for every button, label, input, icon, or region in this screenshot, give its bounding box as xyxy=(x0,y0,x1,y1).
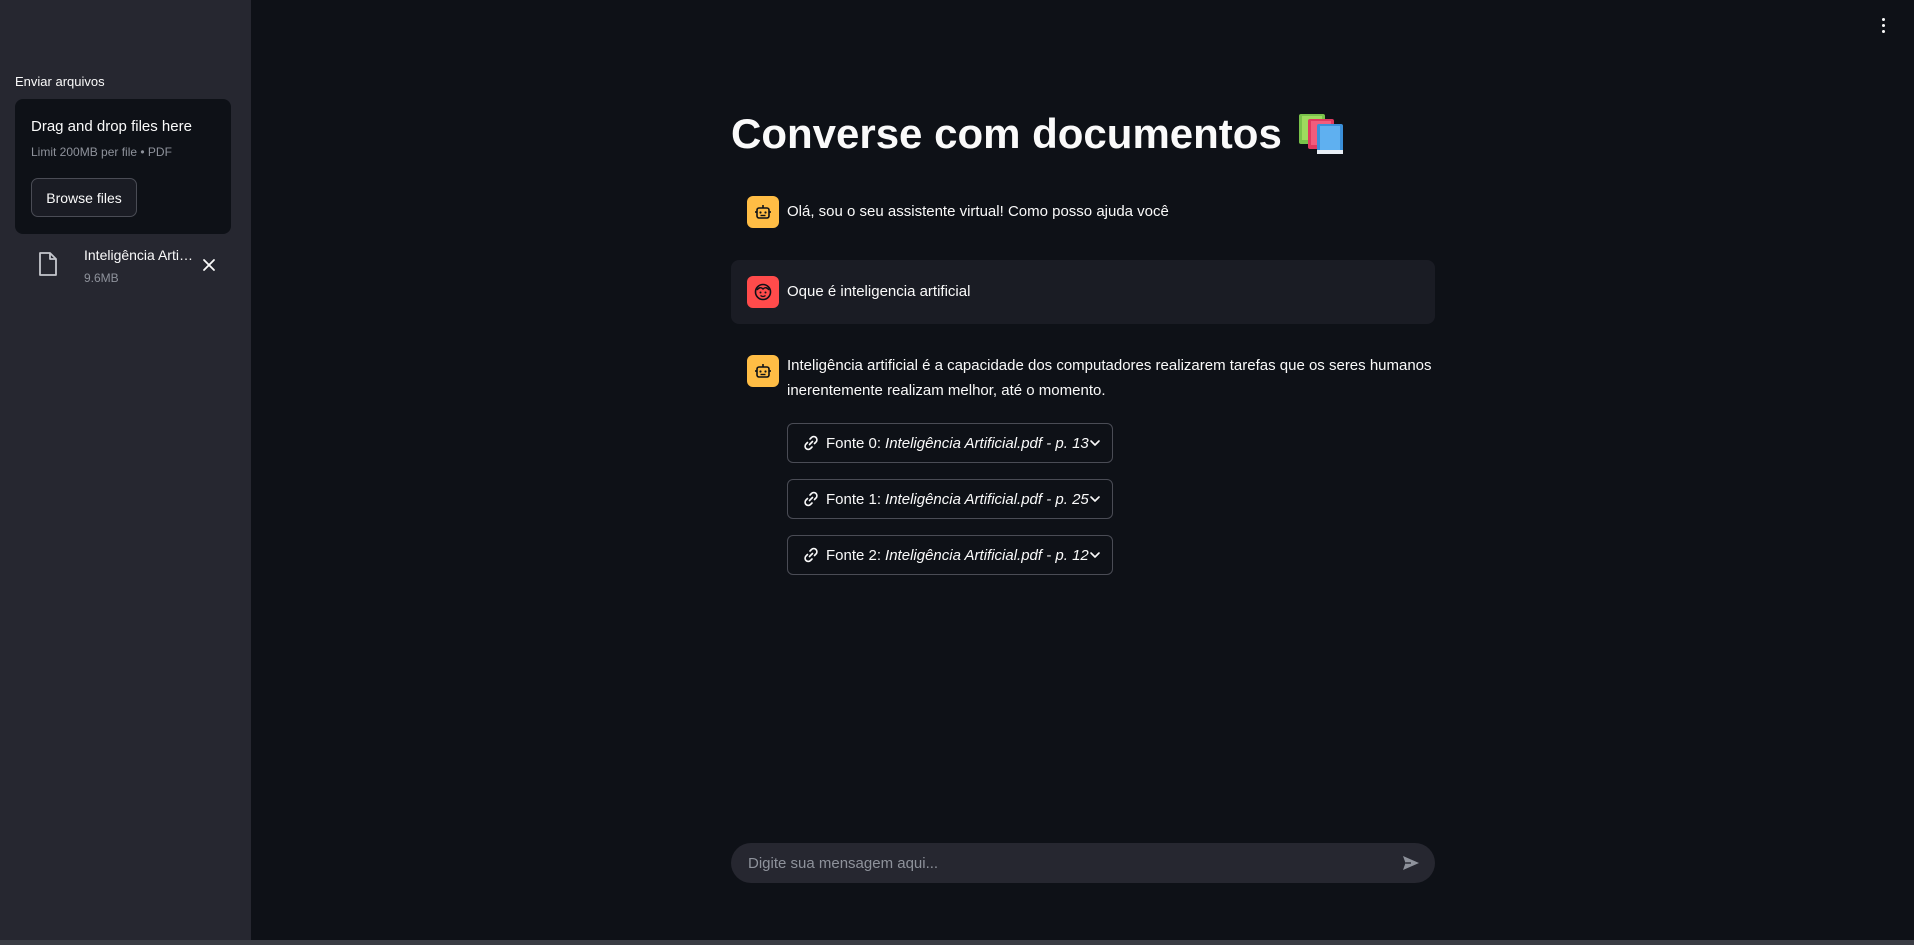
dropzone-limit: Limit 200MB per file • PDF xyxy=(31,145,172,159)
remove-file-icon[interactable] xyxy=(196,252,222,278)
source-expander-0[interactable]: Fonte 0: Inteligência Artificial.pdf - p… xyxy=(787,423,1113,463)
source-detail: Inteligência Artificial.pdf - p. 13 xyxy=(885,434,1089,452)
chat-message-assistant: Inteligência artificial é a capacidade d… xyxy=(731,352,1435,578)
chevron-down-icon xyxy=(1090,552,1100,558)
chevron-down-icon xyxy=(1090,440,1100,446)
source-label: Fonte 0: xyxy=(826,434,882,452)
source-label: Fonte 1: xyxy=(826,490,882,508)
browse-files-button[interactable]: Browse files xyxy=(31,178,137,217)
link-icon xyxy=(804,491,818,507)
chat-message-assistant: Olá, sou o seu assistente virtual! Como … xyxy=(731,193,1435,233)
source-expander-1[interactable]: Fonte 1: Inteligência Artificial.pdf - p… xyxy=(787,479,1113,519)
upload-label: Enviar arquivos xyxy=(15,74,105,89)
books-icon xyxy=(1298,112,1346,156)
link-icon xyxy=(804,547,818,563)
bottom-bar xyxy=(0,940,1914,945)
message-text: Oque é inteligencia artificial xyxy=(787,283,971,300)
message-text: Olá, sou o seu assistente virtual! Como … xyxy=(787,203,1169,220)
sidebar: Enviar arquivos Drag and drop files here… xyxy=(0,0,251,940)
send-icon[interactable] xyxy=(1401,853,1421,873)
source-detail: Inteligência Artificial.pdf - p. 12 xyxy=(885,546,1089,564)
link-icon xyxy=(804,435,818,451)
file-dropzone[interactable]: Drag and drop files here Limit 200MB per… xyxy=(15,99,231,234)
chat-input-bar xyxy=(731,843,1435,883)
chevron-down-icon xyxy=(1090,496,1100,502)
user-face-icon xyxy=(747,276,779,308)
page-title-text: Converse com documentos xyxy=(731,110,1282,157)
page-title: Converse com documentos xyxy=(731,110,1346,158)
message-text: Inteligência artificial é a capacidade d… xyxy=(787,357,1432,399)
main-menu-icon[interactable] xyxy=(1874,14,1892,36)
chat-input[interactable] xyxy=(748,843,1348,883)
uploaded-file-item: Inteligência Artificial.pdf 9.6MB xyxy=(36,246,226,288)
bot-icon xyxy=(747,355,779,387)
source-expander-2[interactable]: Fonte 2: Inteligência Artificial.pdf - p… xyxy=(787,535,1113,575)
bot-icon xyxy=(747,196,779,228)
source-detail: Inteligência Artificial.pdf - p. 25 xyxy=(885,490,1089,508)
source-label: Fonte 2: xyxy=(826,546,882,564)
dropzone-title: Drag and drop files here xyxy=(31,118,192,135)
chat-message-user: Oque é inteligencia artificial xyxy=(731,260,1435,324)
uploaded-file-size: 9.6MB xyxy=(84,271,119,285)
file-icon xyxy=(39,252,57,276)
uploaded-file-name: Inteligência Artificial.pdf xyxy=(84,247,196,263)
